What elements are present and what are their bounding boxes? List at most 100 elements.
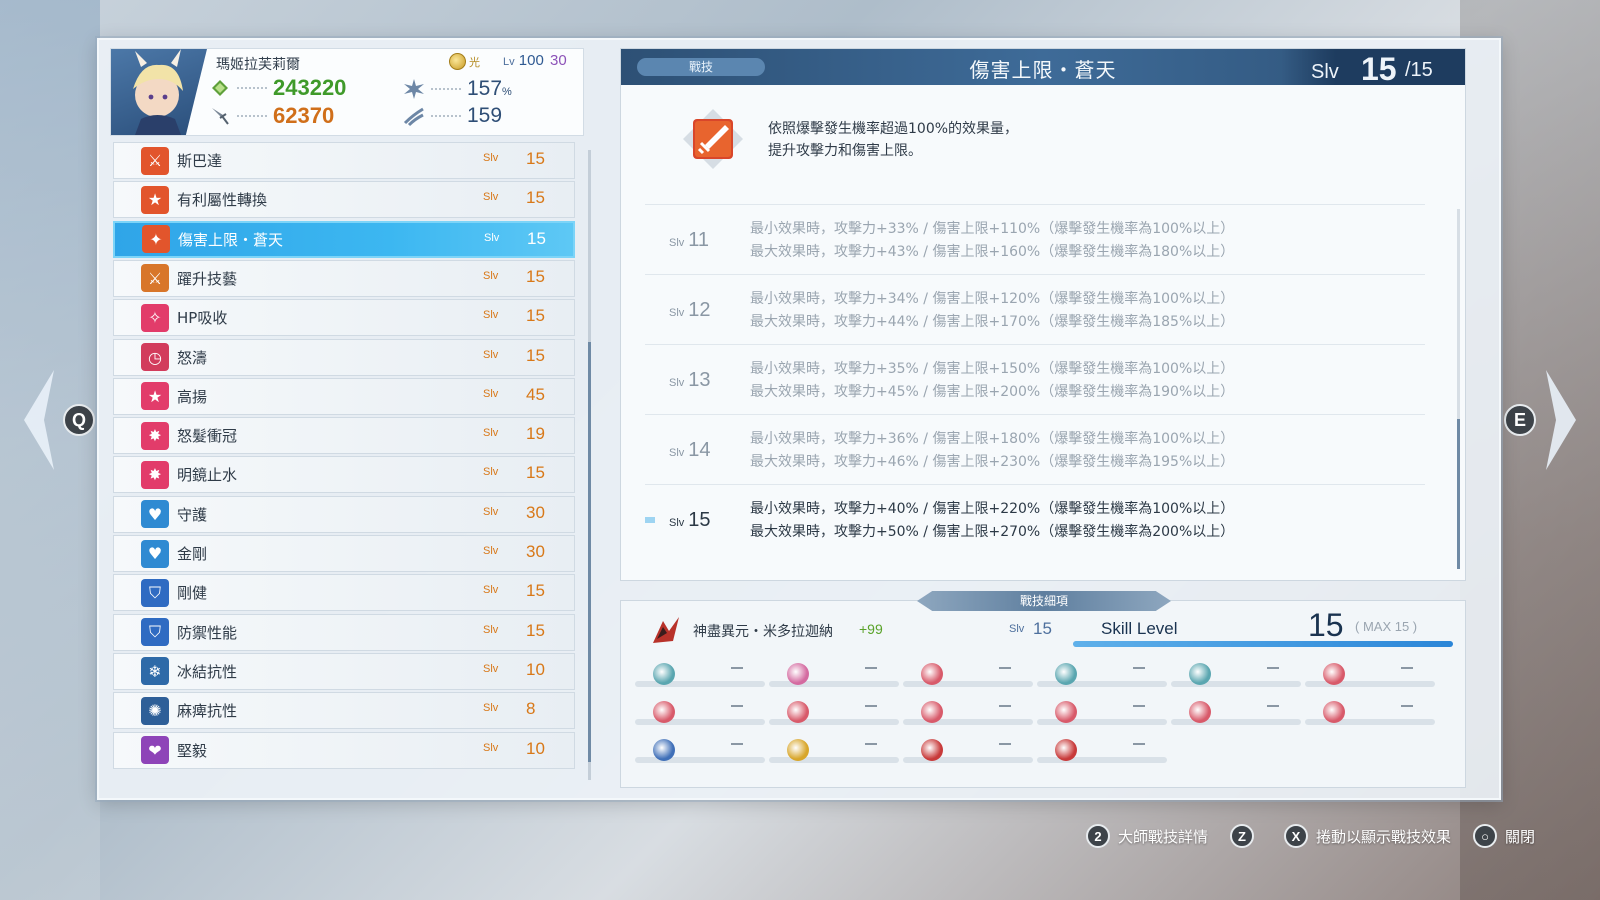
level-slv-label: Slv xyxy=(669,447,685,459)
skill-list-item[interactable]: ✦ 傷害上限・蒼天 Slv 15 xyxy=(113,220,575,258)
crit-rate-number: 157 xyxy=(467,77,503,100)
level-slv-label: Slv xyxy=(669,307,685,319)
skill-list-item[interactable]: ⛉ 剛健 Slv 15 xyxy=(113,574,575,612)
prev-character-arrow-icon[interactable] xyxy=(24,370,58,470)
sigil-slot-value xyxy=(1133,705,1145,707)
detail-scroll-thumb[interactable] xyxy=(1457,419,1460,569)
heart-burst-icon: ❤ xyxy=(141,736,169,764)
level-display: Lv 100 30 xyxy=(503,52,567,69)
sigil-slot[interactable] xyxy=(903,659,1033,689)
hp-diamond-icon xyxy=(209,77,231,99)
level-slv-label: Slv xyxy=(669,377,685,389)
prev-key-q[interactable]: Q xyxy=(63,404,95,436)
sigil-slot[interactable] xyxy=(769,735,899,765)
skill-slv-label: Slv xyxy=(483,466,499,479)
skill-slv-value: 15 xyxy=(526,620,545,640)
hint-key[interactable]: X xyxy=(1284,824,1309,848)
sigil-slot[interactable] xyxy=(635,659,765,689)
skill-name: 防禦性能 xyxy=(177,623,238,642)
skill-list-item[interactable]: ✧ HP吸收 Slv 15 xyxy=(113,299,575,337)
slv-max: /15 xyxy=(1405,59,1433,81)
description-line-1: 依照爆擊發生機率超過100%的效果量， xyxy=(768,121,1019,137)
skill-list-item[interactable]: ⛉ 防禦性能 Slv 15 xyxy=(113,613,575,651)
skill-slv-label: Slv xyxy=(483,545,499,557)
sigil-slot[interactable] xyxy=(1171,659,1301,689)
skill-slv-value: 30 xyxy=(526,502,545,522)
control-hints: 2 大師戰技詳情 Z X 捲動以顯示戰技效果 ○ 關閉 xyxy=(1086,824,1549,848)
hint-key[interactable]: 2 xyxy=(1086,824,1110,848)
sword-break-icon xyxy=(681,107,745,171)
skill-slv-label: Slv xyxy=(483,623,499,636)
skill-list-item[interactable]: ❤ 堅毅 Slv 10 xyxy=(113,731,575,769)
sword-break-icon: ✦ xyxy=(142,225,170,254)
character-portrait xyxy=(111,49,207,135)
sigil-slot-bar xyxy=(769,681,899,687)
skill-list-item[interactable]: ♥ 金剛 Slv 30 xyxy=(113,535,575,572)
sigil-slot[interactable] xyxy=(635,697,765,727)
level-effect-min: 最小效果時，攻擊力+40% / 傷害上限+220%（爆擊發生機率為100%以上） xyxy=(750,501,1235,517)
skill-slv-label: Slv xyxy=(483,348,499,361)
skill-list-item[interactable]: ✸ 明鏡止水 Slv 15 xyxy=(113,456,575,494)
skill-list-item[interactable]: ⚔ 斯巴達 Slv 15 xyxy=(113,142,575,179)
skill-list-item[interactable]: ✺ 麻痺抗性 Slv 8 xyxy=(113,692,575,730)
skill-list-item[interactable]: ✸ 怒髮衝冠 Slv 19 xyxy=(113,417,575,455)
sigil-slot[interactable] xyxy=(1305,697,1435,727)
level-number: 14 xyxy=(688,439,711,461)
next-character-arrow-icon[interactable] xyxy=(1542,370,1576,470)
sigil-slot-bar xyxy=(903,719,1033,725)
next-key-e[interactable]: E xyxy=(1504,404,1536,436)
level-effect-min: 最小效果時，攻擊力+36% / 傷害上限+180%（爆擊發生機率為100%以上） xyxy=(750,431,1235,447)
skill-description: 依照爆擊發生機率超過100%的效果量， 提升攻擊力和傷害上限。 xyxy=(768,118,1018,162)
level-effect-min: 最小效果時，攻擊力+34% / 傷害上限+120%（爆擊發生機率為100%以上） xyxy=(750,291,1235,307)
skill-level-bar xyxy=(1073,641,1453,647)
crit-burst-icon xyxy=(403,78,425,100)
crit-stat-dots xyxy=(431,115,461,117)
sigil-slot-bar xyxy=(1037,719,1167,725)
skill-list-scrollbar[interactable] xyxy=(588,150,591,780)
hp-value: 243220 xyxy=(273,75,347,100)
sigil-slot[interactable] xyxy=(635,735,765,765)
sigil-slot[interactable] xyxy=(903,697,1033,727)
hint-key[interactable]: Z xyxy=(1230,824,1255,848)
sigil-slot-bar xyxy=(1305,719,1435,725)
sigil-slot[interactable] xyxy=(1037,735,1167,765)
burst-icon: ✸ xyxy=(141,421,169,450)
sigil-slot[interactable] xyxy=(1037,697,1167,727)
sigil-slot[interactable] xyxy=(1171,697,1301,727)
skill-slv-value: 10 xyxy=(526,738,545,758)
sigil-slot[interactable] xyxy=(769,697,899,727)
sword-icon: ⚔ xyxy=(141,146,169,175)
skill-slv-label: Slv xyxy=(484,231,500,244)
skill-name: 麻痺抗性 xyxy=(177,702,238,721)
sigil-slot[interactable] xyxy=(769,659,899,689)
level-label: Slv 12 xyxy=(669,299,711,322)
sigil-slot-value xyxy=(865,743,877,745)
skill-list-item[interactable]: ★ 有利屬性轉換 Slv 15 xyxy=(113,181,575,219)
sigil-slot-value xyxy=(731,743,743,745)
level-label: Slv 13 xyxy=(669,369,711,392)
skill-list-item[interactable]: ♥ 守護 Slv 30 xyxy=(113,495,575,533)
skill-list-scroll-thumb[interactable] xyxy=(588,342,591,762)
red-sigil-icon xyxy=(921,701,943,723)
current-level-marker-icon xyxy=(645,511,655,529)
sigil-slot-bar xyxy=(1037,757,1167,763)
element-label: 光 xyxy=(469,55,480,69)
hint-label: 關閉 xyxy=(1505,827,1536,846)
skill-list-item[interactable]: ❄ 冰結抗性 Slv 10 xyxy=(113,652,575,690)
hint-key[interactable]: ○ xyxy=(1473,824,1498,848)
sigil-slot-bar xyxy=(1037,681,1167,687)
sigil-slot-value xyxy=(1401,667,1413,669)
skill-list-item[interactable]: ⚔ 躍升技藝 Slv 15 xyxy=(113,259,575,297)
sigil-slot[interactable] xyxy=(1037,659,1167,689)
level-label: Lv xyxy=(503,56,515,68)
skill-list-item[interactable]: ★ 高揚 Slv 45 xyxy=(113,377,575,415)
level-number: 13 xyxy=(688,369,711,391)
red-sigil-icon xyxy=(1189,701,1211,723)
sigil-slot-value xyxy=(1133,743,1145,745)
skill-slv-value: 45 xyxy=(526,384,545,404)
sigil-slot-value xyxy=(999,705,1011,707)
sigil-slot[interactable] xyxy=(903,735,1033,765)
skill-list-item[interactable]: ◷ 怒濤 Slv 15 xyxy=(113,338,575,376)
sigil-slot[interactable] xyxy=(1305,659,1435,689)
detail-scrollbar[interactable] xyxy=(1457,209,1460,569)
